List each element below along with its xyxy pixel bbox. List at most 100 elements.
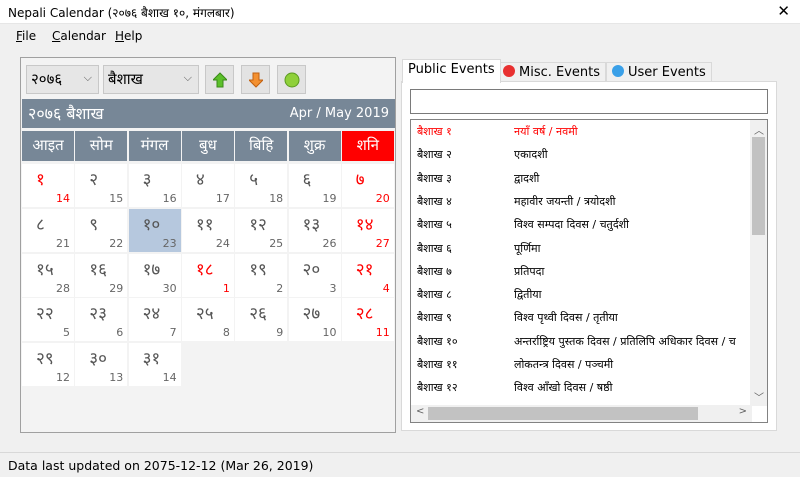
english-date: 3 [329, 281, 337, 295]
scroll-right-icon[interactable]: > [739, 406, 747, 417]
event-row[interactable]: बैशाख ११ लोकतन्त्र दिवस / पञ्चमी [417, 353, 747, 376]
day-cell[interactable]: २२ 5 [22, 298, 74, 342]
nepali-date: ३ [142, 170, 152, 190]
english-date: 25 [269, 236, 284, 250]
day-cell[interactable]: ४ 17 [181, 164, 234, 207]
day-cell[interactable]: २७ 10 [288, 298, 341, 342]
day-cell[interactable]: १६ 29 [75, 253, 128, 297]
scroll-thumb[interactable] [752, 137, 765, 235]
day-cell[interactable]: ३ 16 [128, 164, 181, 207]
day-cell[interactable]: १ 14 [22, 164, 74, 207]
event-row[interactable]: बैशाख ५ विश्व सम्पदा दिवस / चतुर्दशी [417, 213, 747, 236]
nepali-date: २८ [355, 304, 374, 325]
day-cell[interactable]: २३ 6 [75, 298, 128, 342]
scroll-down-icon[interactable]: ﹀ [754, 389, 764, 404]
english-date: 1 [222, 281, 230, 295]
scroll-left-icon[interactable]: < [416, 406, 424, 417]
day-cell[interactable]: १४ 27 [341, 208, 394, 252]
day-cell[interactable]: २९ 12 [22, 343, 74, 387]
tab-public-events[interactable]: Public Events [402, 59, 501, 83]
day-cell[interactable]: ३१ 14 [128, 343, 181, 387]
day-cell[interactable]: ११ 24 [181, 208, 234, 252]
nepali-date: २० [302, 259, 321, 280]
event-row[interactable]: बैशाख ८ द्वितीया [417, 283, 747, 306]
english-date: 29 [109, 281, 124, 295]
event-name: विश्व पृथ्वी दिवस / तृतीया [514, 311, 618, 325]
tab-user-events[interactable]: User Events [606, 62, 712, 82]
day-cell[interactable]: १९ 2 [235, 253, 288, 297]
event-date: बैशाख ८ [417, 288, 452, 302]
english-date: 24 [215, 236, 230, 250]
tab-misc-events[interactable]: Misc. Events [497, 62, 607, 82]
previous-month-button[interactable] [205, 65, 234, 94]
day-cell[interactable]: २१ 4 [341, 253, 394, 297]
nepali-date: २५ [195, 304, 214, 325]
vertical-scrollbar[interactable]: ︿ ﹀ [750, 120, 767, 406]
nepali-date: १५ [36, 259, 54, 280]
event-row[interactable]: बैशाख २ एकादशी [417, 143, 747, 166]
day-cell[interactable]: २० 3 [288, 253, 341, 297]
chevron-down-icon: ⌵ [183, 71, 192, 84]
year-select[interactable]: २०७६ ⌵ [26, 65, 99, 94]
day-cell[interactable]: १२ 25 [235, 208, 288, 252]
english-date: 13 [109, 371, 124, 385]
menu-file[interactable]: File [16, 29, 36, 43]
english-date: 16 [162, 192, 177, 205]
month-select[interactable]: बैशाख ⌵ [103, 65, 199, 94]
day-cell[interactable]: १० 23 [128, 208, 181, 252]
menu-bar: File Calendar Help [0, 26, 800, 48]
event-row[interactable]: बैशाख १० अन्तर्राष्ट्रिय पुस्तक दिवस / प्… [417, 330, 747, 353]
day-cell[interactable]: १५ 28 [22, 253, 74, 297]
today-button[interactable] [277, 65, 306, 94]
day-cell[interactable]: १३ 26 [288, 208, 341, 252]
next-month-button[interactable] [241, 65, 270, 94]
nepali-date: ७ [355, 170, 365, 190]
english-date: 26 [322, 236, 337, 250]
event-row[interactable]: बैशाख १२ विश्व आँखो दिवस / षष्ठी [417, 376, 747, 399]
english-date: 14 [56, 192, 70, 205]
event-row[interactable]: बैशाख १ नयाँ वर्ष / नवमी [417, 120, 747, 143]
nepali-date: ६ [302, 170, 312, 190]
nepali-date: १२ [249, 214, 267, 235]
tab-label: Misc. Events [519, 65, 601, 80]
scroll-up-icon[interactable]: ︿ [754, 122, 764, 137]
day-cell[interactable]: ९ 22 [75, 208, 128, 252]
day-cell[interactable]: ५ 18 [235, 164, 288, 207]
event-name: विश्व आँखो दिवस / षष्ठी [514, 381, 613, 395]
day-cell[interactable]: ६ 19 [288, 164, 341, 207]
day-cell[interactable]: ८ 21 [22, 208, 74, 252]
day-cell[interactable]: २५ 8 [181, 298, 234, 342]
day-cell[interactable]: २६ 9 [235, 298, 288, 342]
english-date: 9 [276, 326, 284, 340]
menu-calendar[interactable]: Calendar [52, 29, 106, 43]
tab-label: Public Events [408, 62, 495, 77]
day-cell[interactable]: २८ 11 [341, 298, 394, 342]
event-row[interactable]: बैशाख ९ विश्व पृथ्वी दिवस / तृतीया [417, 306, 747, 329]
day-cell[interactable]: १८ 1 [181, 253, 234, 297]
english-date: 11 [375, 326, 390, 340]
day-cell[interactable]: ३० 13 [75, 343, 128, 387]
english-date: 7 [169, 326, 177, 340]
english-date: 14 [162, 371, 177, 385]
scroll-thumb[interactable] [428, 407, 698, 420]
event-row[interactable]: बैशाख ७ प्रतिपदा [417, 260, 747, 283]
nepali-date: ११ [195, 214, 214, 235]
day-cell[interactable]: २ 15 [75, 164, 128, 207]
close-icon[interactable]: ✕ [777, 2, 790, 20]
event-row[interactable]: बैशाख ४ महावीर जयन्ती / त्रयोदशी [417, 190, 747, 213]
event-name: लोकतन्त्र दिवस / पञ्चमी [514, 358, 614, 371]
month-header: २०७६ बैशाख Apr / May 2019 [22, 99, 395, 128]
day-cell[interactable]: ७ 20 [341, 164, 394, 207]
event-date: बैशाख ११ [417, 358, 458, 371]
status-bar: Data last updated on 2075-12-12 (Mar 26,… [0, 452, 800, 477]
nepali-date: ८ [36, 214, 45, 235]
horizontal-scrollbar[interactable]: < > [411, 405, 752, 422]
event-row[interactable]: बैशाख ३ द्वादशी [417, 167, 747, 190]
menu-help[interactable]: Help [115, 29, 142, 43]
day-cell[interactable]: २४ 7 [128, 298, 181, 342]
event-row[interactable]: बैशाख ६ पूर्णिमा [417, 237, 747, 260]
event-search-input[interactable] [410, 89, 768, 114]
weekday-header: आइत [22, 131, 74, 161]
events-list: बैशाख १ नयाँ वर्ष / नवमी बैशाख २ एकादशी बैशा… [410, 119, 768, 423]
day-cell[interactable]: १७ 30 [128, 253, 181, 297]
